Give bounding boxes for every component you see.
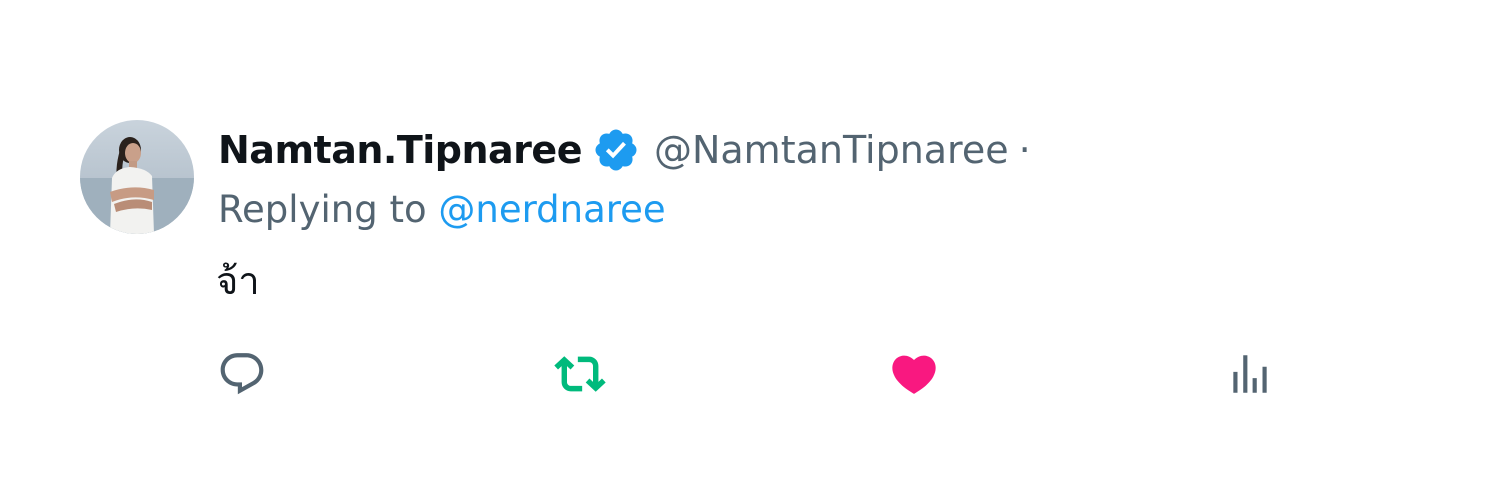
retweet-icon xyxy=(554,356,606,392)
views-button[interactable] xyxy=(1222,346,1278,402)
tweet[interactable]: Namtan.Tipnaree @NamtanTipnaree · Replyi… xyxy=(0,0,1500,499)
author-handle[interactable]: @NamtanTipnaree xyxy=(654,128,1009,172)
avatar-photo-icon xyxy=(80,120,194,234)
reply-prefix: Replying to xyxy=(218,188,427,231)
reply-bubble-icon xyxy=(220,353,264,395)
reply-button[interactable] xyxy=(214,346,270,402)
reply-context: Replying to @nerdnaree xyxy=(218,188,666,231)
like-button[interactable] xyxy=(886,346,942,402)
tweet-text: จ้า xyxy=(216,259,260,303)
reply-mention-link[interactable]: @nerdnaree xyxy=(438,188,665,231)
analytics-bars-icon xyxy=(1233,355,1267,393)
verified-badge-icon xyxy=(592,126,640,174)
heart-icon xyxy=(892,355,936,394)
author-avatar[interactable] xyxy=(80,120,194,234)
tweet-header: Namtan.Tipnaree @NamtanTipnaree · xyxy=(218,122,1031,178)
retweet-button[interactable] xyxy=(552,346,608,402)
author-display-name[interactable]: Namtan.Tipnaree xyxy=(218,128,582,172)
header-separator: · xyxy=(1018,128,1031,172)
